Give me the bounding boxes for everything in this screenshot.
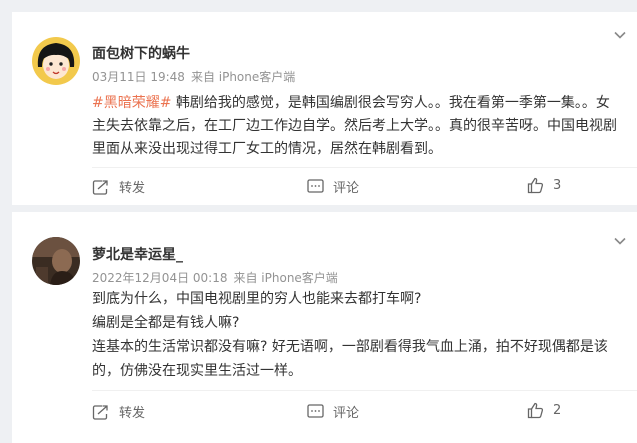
- post-date[interactable]: 2022年12月04日 00:18: [92, 271, 227, 285]
- post-source: 来自 iPhone客户端: [233, 271, 338, 285]
- comment-label: 评论: [333, 181, 360, 196]
- repost-button[interactable]: 转发: [92, 402, 145, 421]
- like-button[interactable]: 3: [527, 177, 561, 194]
- post-source: 来自 iPhone客户端: [190, 70, 296, 84]
- photo-avatar-icon: [32, 237, 80, 285]
- divider: [92, 390, 637, 391]
- hashtag-link[interactable]: #黑暗荣耀#: [92, 95, 171, 111]
- comment-button[interactable]: 评论: [307, 402, 359, 421]
- comment-paragraph: 到底为什么，中国电视剧里的穷人也能来去都打车啊?: [92, 291, 422, 307]
- cartoon-girl-avatar-icon: [32, 37, 80, 85]
- comment-button[interactable]: 评论: [307, 177, 359, 196]
- like-count: 3: [553, 178, 562, 193]
- repost-label: 转发: [119, 406, 146, 421]
- comment-label: 评论: [333, 406, 360, 421]
- repost-icon: [92, 404, 108, 420]
- comment-paragraph: 连基本的生活常识都没有嘛? 好无语啊，一部剧看得我气血上涌，拍不好现偶都是该的，…: [92, 339, 608, 379]
- chevron-down-icon[interactable]: [613, 234, 627, 248]
- avatar[interactable]: [32, 37, 80, 85]
- chevron-down-icon[interactable]: [613, 28, 627, 42]
- comment-body: 韩剧给我的感觉，是韩国编剧很会写穷人。。我在看第一季第一集。。女主失去依靠之后，…: [92, 95, 617, 157]
- comment-icon: [307, 403, 324, 418]
- comment-icon: [307, 178, 324, 193]
- post-date[interactable]: 03月11日 19:48: [92, 70, 185, 84]
- comment-card: 面包树下的蜗牛 03月11日 19:48 来自 iPhone客户端 #黑暗荣耀# …: [12, 12, 637, 205]
- thumbs-up-icon: [527, 177, 544, 194]
- username[interactable]: 面包树下的蜗牛: [92, 43, 190, 63]
- thumbs-up-icon: [527, 402, 544, 419]
- like-button[interactable]: 2: [527, 402, 561, 419]
- username[interactable]: 萝北是幸运星_: [92, 244, 183, 264]
- repost-label: 转发: [119, 181, 146, 196]
- avatar[interactable]: [32, 237, 80, 285]
- like-count: 2: [553, 403, 562, 418]
- comment-paragraph: 编剧是全都是有钱人嘛?: [92, 315, 240, 331]
- comment-text: 到底为什么，中国电视剧里的穷人也能来去都打车啊? 编剧是全都是有钱人嘛? 连基本…: [92, 287, 622, 383]
- comment-card: 萝北是幸运星_ 2022年12月04日 00:18 来自 iPhone客户端 到底…: [12, 212, 637, 443]
- divider: [92, 167, 637, 168]
- post-meta: 2022年12月04日 00:18 来自 iPhone客户端: [92, 269, 338, 286]
- repost-icon: [92, 179, 108, 195]
- repost-button[interactable]: 转发: [92, 177, 145, 196]
- post-meta: 03月11日 19:48 来自 iPhone客户端: [92, 68, 295, 85]
- comment-text: #黑暗荣耀# 韩剧给我的感觉，是韩国编剧很会写穷人。。我在看第一季第一集。。女主…: [92, 92, 622, 161]
